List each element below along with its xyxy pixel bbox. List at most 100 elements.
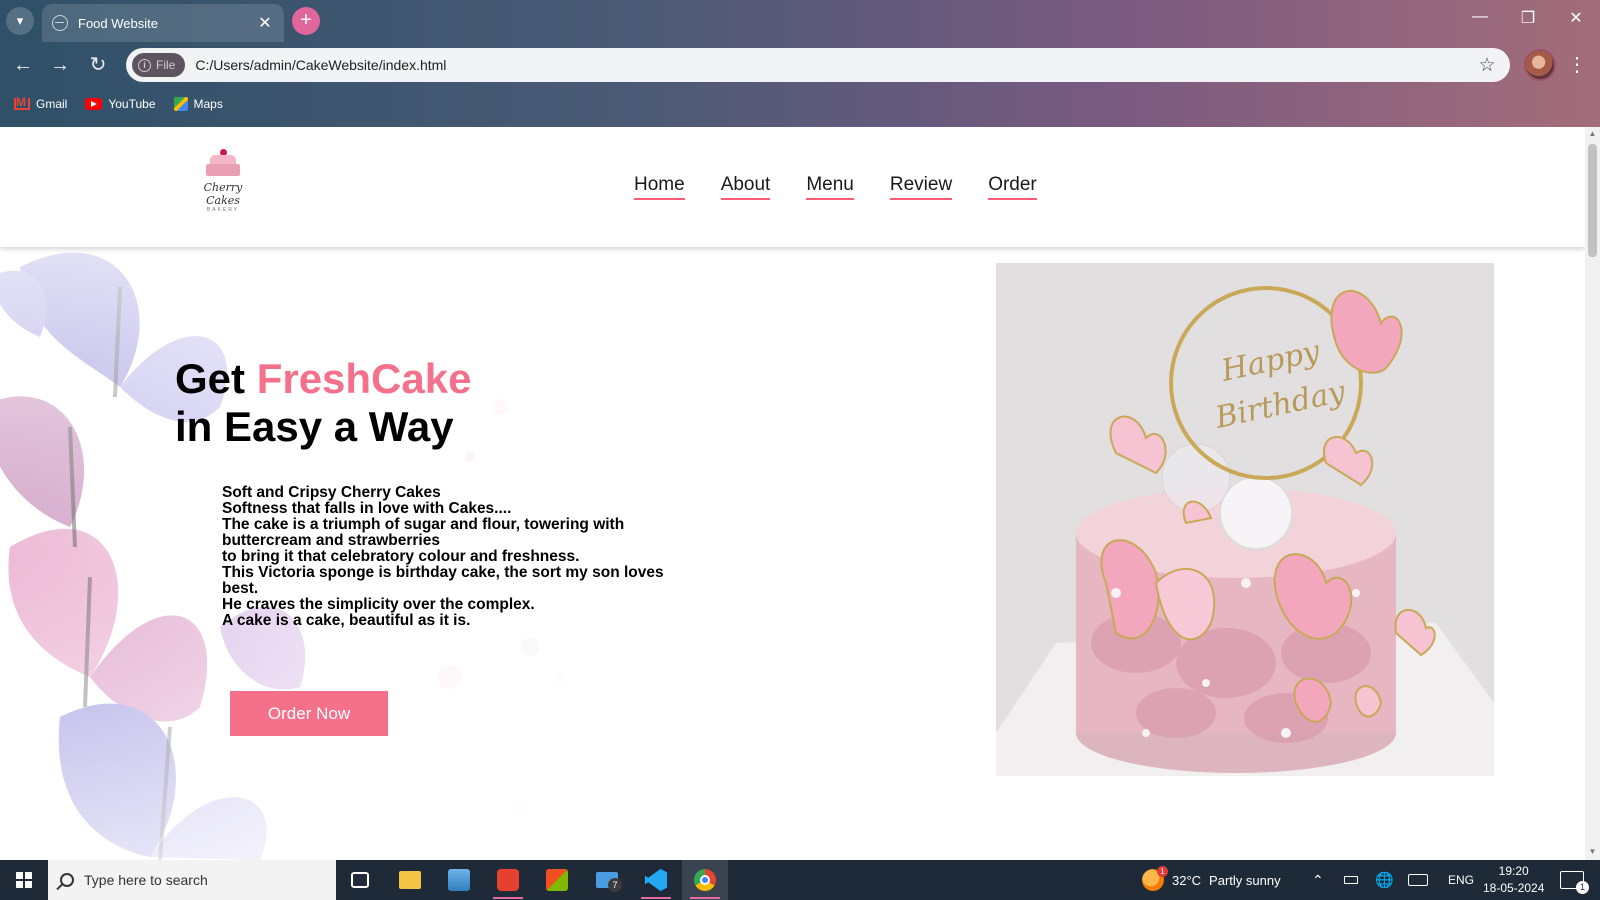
cake-logo-icon bbox=[206, 149, 240, 177]
vscode-button[interactable] bbox=[633, 860, 679, 900]
globe-icon bbox=[52, 15, 68, 31]
browser-chrome: ▾ Food Website ✕ + — ❐ ✕ ← → ↻ i File C:… bbox=[0, 0, 1600, 127]
close-window-button[interactable]: ✕ bbox=[1556, 8, 1596, 28]
scroll-up-icon[interactable]: ▲ bbox=[1588, 129, 1597, 138]
cake-photo: Happy Birthday bbox=[996, 263, 1494, 776]
browser-tab[interactable]: Food Website ✕ bbox=[42, 4, 284, 42]
bookmark-gmail[interactable]: Gmail bbox=[14, 95, 68, 111]
tab-search-button[interactable]: ▾ bbox=[6, 7, 34, 35]
youtube-icon bbox=[85, 98, 103, 110]
battery-icon[interactable] bbox=[1344, 860, 1358, 900]
order-now-button[interactable]: Order Now bbox=[230, 691, 388, 736]
hero-title-line2: in Easy a Way bbox=[175, 403, 454, 450]
hero-title: Get FreshCake in Easy a Way bbox=[175, 355, 471, 451]
restore-button[interactable]: ❐ bbox=[1508, 8, 1548, 28]
hero-desc-line: to bring it that celebratory colour and … bbox=[222, 548, 580, 565]
store-button[interactable] bbox=[534, 860, 580, 900]
tab-title: Food Website bbox=[78, 15, 158, 31]
hero-desc-line: The cake is a triumph of sugar and flour… bbox=[222, 516, 625, 549]
store-icon bbox=[546, 869, 568, 891]
clock-time: 19:20 bbox=[1498, 864, 1529, 878]
mail-badge: 7 bbox=[608, 878, 622, 892]
bookmark-star-icon[interactable]: ☆ bbox=[1472, 54, 1502, 77]
hero-desc-line: Soft and Cripsy Cherry Cakes bbox=[222, 484, 441, 501]
new-tab-button[interactable]: + bbox=[292, 7, 320, 35]
notification-icon: 1 bbox=[1560, 871, 1589, 894]
hero-title-part1: Get bbox=[175, 355, 257, 402]
clock[interactable]: 19:20 18-05-2024 bbox=[1483, 860, 1544, 900]
hero-desc-line: This Victoria sponge is birthday cake, t… bbox=[222, 564, 664, 597]
photos-button[interactable] bbox=[436, 860, 482, 900]
bookmark-youtube[interactable]: YouTube bbox=[85, 97, 156, 111]
notification-center[interactable]: 1 bbox=[1560, 860, 1589, 900]
browser-menu-icon[interactable]: ⋮ bbox=[1564, 52, 1590, 77]
mail-button[interactable]: 7 bbox=[584, 860, 630, 900]
page-scrollbar[interactable]: ▲ ▼ bbox=[1585, 127, 1600, 860]
language-indicator[interactable]: ENG bbox=[1448, 860, 1474, 900]
site-logo[interactable]: Cherry Cakes BAKERY bbox=[190, 149, 256, 213]
wps-office-button[interactable] bbox=[485, 860, 531, 900]
birthday-cake-image: Happy Birthday bbox=[996, 263, 1494, 776]
weather-condition: Partly sunny bbox=[1209, 872, 1281, 888]
windows-logo-icon bbox=[16, 872, 32, 888]
network-icon[interactable]: 🌐 bbox=[1375, 860, 1394, 900]
site-info-chip[interactable]: i File bbox=[132, 53, 186, 77]
hero-desc-line: A cake is a cake, beautiful as it is. bbox=[222, 612, 471, 629]
maps-icon bbox=[173, 97, 188, 111]
weather-icon: 1 bbox=[1142, 866, 1168, 891]
nav-home[interactable]: Home bbox=[634, 174, 685, 200]
nav-menu[interactable]: Menu bbox=[806, 174, 854, 200]
tray-overflow-icon[interactable]: ⌃ bbox=[1312, 860, 1324, 900]
search-placeholder: Type here to search bbox=[84, 872, 208, 888]
forward-icon[interactable]: → bbox=[47, 52, 73, 78]
nav-order[interactable]: Order bbox=[988, 174, 1037, 200]
info-icon: i bbox=[138, 58, 151, 72]
scroll-thumb[interactable] bbox=[1588, 144, 1597, 257]
file-chip-label: File bbox=[156, 58, 176, 72]
bookmarks-bar: Gmail YouTube Maps bbox=[0, 92, 223, 116]
chrome-button[interactable] bbox=[682, 860, 728, 900]
reload-icon[interactable]: ↻ bbox=[85, 52, 111, 78]
main-nav: Home About Menu Review Order bbox=[634, 174, 1037, 200]
chevron-down-icon: ▾ bbox=[16, 13, 24, 28]
bookmark-label: Gmail bbox=[36, 97, 68, 111]
profile-avatar[interactable] bbox=[1524, 49, 1556, 81]
nav-review[interactable]: Review bbox=[889, 174, 953, 200]
folder-icon bbox=[399, 871, 421, 889]
logo-subtext: BAKERY bbox=[206, 207, 240, 213]
hero-section: Get FreshCake in Easy a Way Soft and Cri… bbox=[0, 247, 1585, 860]
scroll-down-icon[interactable]: ▼ bbox=[1588, 847, 1597, 856]
close-tab-icon[interactable]: ✕ bbox=[256, 13, 274, 33]
url-text[interactable]: C:/Users/admin/CakeWebsite/index.html bbox=[195, 57, 1472, 73]
gmail-icon bbox=[14, 95, 30, 110]
weather-widget[interactable]: 1 32°C Partly sunny bbox=[1142, 860, 1281, 900]
hero-desc-line: Softness that falls in love with Cakes..… bbox=[222, 500, 512, 517]
photos-icon bbox=[448, 869, 470, 891]
vscode-icon bbox=[645, 869, 667, 891]
chrome-icon bbox=[694, 869, 716, 891]
bookmark-label: Maps bbox=[193, 97, 223, 111]
nav-about[interactable]: About bbox=[720, 174, 771, 200]
task-view-button[interactable] bbox=[337, 860, 383, 900]
file-explorer-button[interactable] bbox=[387, 860, 433, 900]
taskbar-search[interactable]: Type here to search bbox=[48, 860, 336, 900]
tab-strip: ▾ Food Website ✕ + — ❐ ✕ bbox=[0, 0, 1600, 42]
notification-badge: 1 bbox=[1576, 881, 1589, 894]
start-button[interactable] bbox=[0, 860, 48, 900]
search-icon bbox=[60, 873, 74, 887]
wps-icon bbox=[497, 869, 519, 891]
windows-taskbar: Type here to search 7 1 32°C Partly sunn… bbox=[0, 860, 1600, 900]
weather-badge: 1 bbox=[1157, 866, 1168, 877]
clock-date: 18-05-2024 bbox=[1483, 881, 1545, 895]
bookmark-maps[interactable]: Maps bbox=[173, 97, 223, 111]
hero-desc-line: He craves the simplicity over the comple… bbox=[222, 596, 535, 613]
page-viewport: Cherry Cakes BAKERY Home About Menu Revi… bbox=[0, 127, 1585, 860]
back-icon[interactable]: ← bbox=[10, 52, 36, 78]
address-bar[interactable]: i File C:/Users/admin/CakeWebsite/index.… bbox=[126, 48, 1510, 82]
logo-text: Cherry Cakes bbox=[203, 181, 243, 207]
keyboard-icon[interactable] bbox=[1408, 860, 1428, 900]
hero-description: Soft and Cripsy Cherry Cakes Softness th… bbox=[222, 485, 677, 629]
weather-temp: 32°C bbox=[1172, 872, 1202, 888]
minimize-button[interactable]: — bbox=[1460, 8, 1500, 26]
task-view-icon bbox=[351, 872, 369, 888]
